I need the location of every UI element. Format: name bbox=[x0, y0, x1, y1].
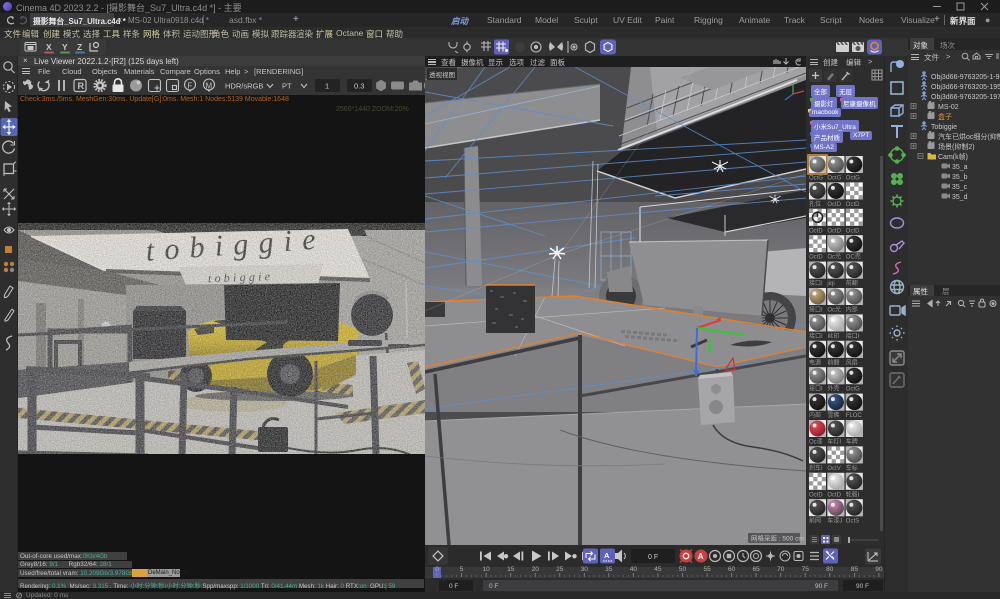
svg-text:40: 40 bbox=[630, 566, 638, 573]
svg-text:85: 85 bbox=[851, 566, 859, 573]
svg-text:OctD: OctD bbox=[809, 492, 823, 498]
svg-text:内部: 内部 bbox=[846, 306, 858, 314]
svg-text:HDR/sRGB: HDR/sRGB bbox=[225, 82, 263, 91]
svg-text:M: M bbox=[206, 82, 213, 91]
svg-text:35_c: 35_c bbox=[952, 184, 968, 191]
svg-text:前网: 前网 bbox=[809, 517, 821, 525]
svg-text:OctG: OctG bbox=[846, 176, 860, 182]
svg-text:PT: PT bbox=[282, 82, 292, 91]
svg-text:55: 55 bbox=[703, 566, 711, 573]
svg-text:雪佛: 雪佛 bbox=[827, 411, 839, 419]
svg-text:75: 75 bbox=[802, 566, 810, 573]
svg-text:70: 70 bbox=[777, 566, 785, 573]
svg-text:OctD: OctD bbox=[846, 202, 860, 208]
svg-text:1: 1 bbox=[325, 82, 329, 91]
svg-text:90 F: 90 F bbox=[856, 583, 869, 590]
svg-text:60: 60 bbox=[728, 566, 736, 573]
svg-text:25: 25 bbox=[556, 566, 564, 573]
svg-text:0 F: 0 F bbox=[648, 554, 658, 561]
svg-text:A: A bbox=[604, 551, 610, 560]
svg-text:前翻: 前翻 bbox=[846, 279, 858, 287]
svg-text:网格采距 : 500 cm: 网格采距 : 500 cm bbox=[751, 534, 804, 543]
svg-text:轮毂I: 轮毂I bbox=[846, 490, 860, 498]
svg-text:风扇: 风扇 bbox=[846, 358, 858, 366]
svg-text:前翻: 前翻 bbox=[827, 358, 839, 366]
svg-text:80: 80 bbox=[826, 566, 834, 573]
svg-text:接口I: 接口I bbox=[809, 332, 823, 340]
svg-text:Obj3d66-9763205-195-908: Obj3d66-9763205-195-908 bbox=[931, 84, 1000, 91]
svg-text:车漆J: 车漆J bbox=[827, 517, 842, 525]
svg-text:车标: 车标 bbox=[846, 464, 858, 472]
svg-text:孔位: 孔位 bbox=[809, 200, 821, 208]
svg-text:Oc光: Oc光 bbox=[827, 253, 841, 261]
svg-text:10: 10 bbox=[482, 566, 490, 573]
svg-text:35: 35 bbox=[605, 566, 613, 573]
svg-text:Oc光: Oc光 bbox=[827, 306, 841, 314]
svg-text:Oc漆: Oc漆 bbox=[809, 438, 823, 446]
svg-text:接口I: 接口I bbox=[846, 332, 860, 340]
svg-text:30: 30 bbox=[581, 566, 589, 573]
svg-text:20: 20 bbox=[532, 566, 540, 573]
svg-text:OctG: OctG bbox=[827, 176, 841, 182]
svg-text:65: 65 bbox=[752, 566, 760, 573]
svg-text:OctV: OctV bbox=[827, 466, 840, 472]
svg-text:R: R bbox=[78, 81, 85, 91]
svg-text:OctD: OctD bbox=[809, 255, 823, 261]
svg-text:Obj3d66-9763205-197-478: Obj3d66-9763205-197-478 bbox=[931, 94, 1000, 101]
svg-text:F: F bbox=[188, 82, 193, 91]
svg-text:A: A bbox=[698, 552, 704, 561]
svg-text:接口I: 接口I bbox=[809, 385, 823, 393]
svg-text:jiqi: jiqi bbox=[826, 281, 834, 287]
svg-text:35_d: 35_d bbox=[952, 194, 968, 201]
svg-text:OctD: OctD bbox=[827, 202, 841, 208]
svg-text:盒子: 盒子 bbox=[938, 112, 952, 121]
svg-text:Obj3d66-9763205-1-954: Obj3d66-9763205-1-954 bbox=[931, 74, 1000, 81]
svg-text:OctD: OctD bbox=[846, 228, 860, 234]
svg-text:Cam(k帧): Cam(k帧) bbox=[938, 152, 968, 161]
svg-text:场景(抑制2): 场景(抑制2) bbox=[938, 142, 975, 151]
svg-text:车灯I: 车灯I bbox=[827, 438, 841, 446]
svg-text:外壳: 外壳 bbox=[827, 385, 839, 393]
svg-text:OctD: OctD bbox=[827, 492, 841, 498]
svg-text:OctD: OctD bbox=[827, 228, 841, 234]
svg-text:丝印: 丝印 bbox=[827, 332, 839, 340]
svg-text:0.3: 0.3 bbox=[354, 82, 364, 91]
svg-text:接口I: 接口I bbox=[809, 306, 823, 314]
svg-text:0: 0 bbox=[435, 566, 439, 573]
svg-text:汽车已烘oc细分(抑制8): 汽车已烘oc细分(抑制8) bbox=[938, 132, 1000, 141]
svg-text:电源: 电源 bbox=[809, 358, 821, 366]
svg-text:Tobiggie: Tobiggie bbox=[931, 124, 957, 131]
svg-text:0 F: 0 F bbox=[449, 583, 458, 590]
svg-text:OctG: OctG bbox=[846, 387, 860, 393]
svg-text:15: 15 bbox=[507, 566, 515, 573]
svg-text:刹车I: 刹车I bbox=[809, 464, 823, 472]
svg-text:Y: Y bbox=[62, 42, 68, 52]
svg-text:Z: Z bbox=[77, 42, 82, 52]
svg-text:35_b: 35_b bbox=[952, 174, 968, 181]
svg-text:接口I: 接口I bbox=[809, 279, 823, 287]
svg-text:45: 45 bbox=[654, 566, 662, 573]
svg-text:0 F: 0 F bbox=[489, 583, 498, 590]
svg-text:OctD: OctD bbox=[809, 228, 823, 234]
svg-text:OctS: OctS bbox=[846, 519, 859, 525]
svg-text:5: 5 bbox=[460, 566, 464, 573]
svg-text:50: 50 bbox=[679, 566, 687, 573]
svg-text:90: 90 bbox=[875, 566, 883, 573]
svg-text:内部: 内部 bbox=[809, 411, 821, 419]
svg-text:90 F: 90 F bbox=[815, 583, 828, 590]
svg-text:OctG: OctG bbox=[809, 176, 823, 182]
svg-text:OC壳: OC壳 bbox=[846, 253, 861, 261]
svg-text:X: X bbox=[46, 42, 52, 52]
svg-text:MS-02: MS-02 bbox=[938, 104, 959, 111]
svg-text:35_a: 35_a bbox=[952, 164, 968, 171]
svg-text:FLOC: FLOC bbox=[846, 413, 863, 419]
svg-text:车牌: 车牌 bbox=[846, 438, 858, 446]
